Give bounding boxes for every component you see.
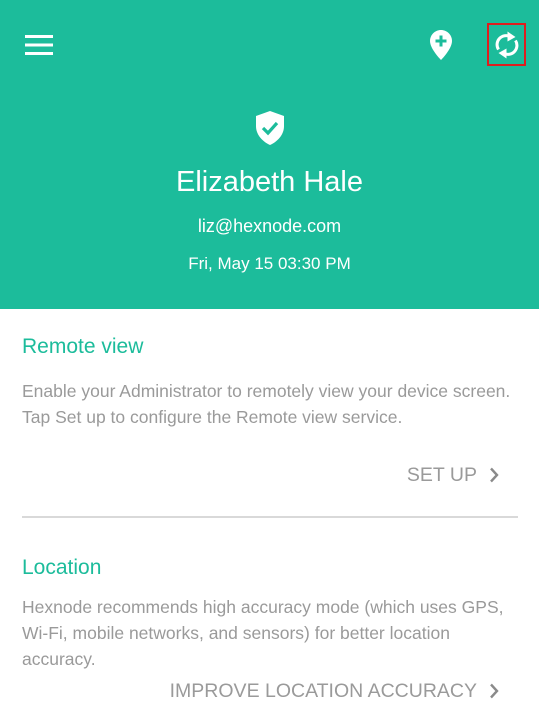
location-description: Hexnode recommends high accuracy mode (w… <box>22 597 504 669</box>
location-title: Location <box>22 556 102 579</box>
improve-location-accuracy-button[interactable]: IMPROVE LOCATION ACCURACY <box>170 678 499 704</box>
set-up-label: SET UP <box>406 464 477 486</box>
remote-view-description: Enable your Administrator to remotely vi… <box>22 381 511 427</box>
shield-check-icon <box>256 111 284 145</box>
location-pin-plus-icon <box>430 30 452 60</box>
sync-icon <box>495 31 518 58</box>
profile-header: Elizabeth Hale liz@hexnode.com Fri, May … <box>0 0 539 309</box>
add-location-button[interactable] <box>424 27 458 63</box>
chevron-right-icon <box>489 467 499 483</box>
menu-button[interactable] <box>20 30 58 60</box>
set-up-button[interactable]: SET UP <box>407 462 499 488</box>
user-email: liz@hexnode.com <box>197 216 342 236</box>
last-sync-datetime: Fri, May 15 03:30 PM <box>188 254 351 273</box>
remote-view-title: Remote view <box>22 335 144 358</box>
chevron-right-icon <box>489 683 499 699</box>
section-divider <box>22 516 518 518</box>
hamburger-menu-icon <box>25 35 53 55</box>
user-name: Elizabeth Hale <box>176 166 363 198</box>
improve-location-accuracy-label: IMPROVE LOCATION ACCURACY <box>169 680 477 702</box>
sync-button[interactable] <box>487 23 526 66</box>
